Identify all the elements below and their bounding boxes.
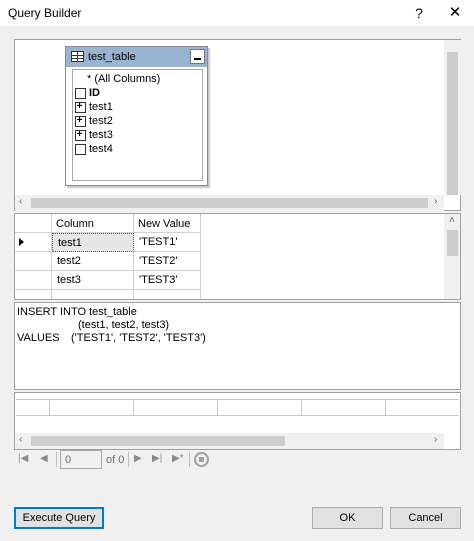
grid-column-cell[interactable]: test3 (52, 271, 134, 290)
diagram-pane[interactable]: test_table * (All Columns) ID + test1 + … (14, 39, 461, 211)
results-cell[interactable] (302, 400, 386, 415)
window-title: Query Builder (8, 6, 82, 20)
column-row-id[interactable]: ID (73, 86, 202, 100)
results-row[interactable] (16, 399, 459, 416)
results-cell[interactable] (16, 400, 50, 415)
first-record-icon[interactable]: |◀ (18, 453, 28, 464)
minimize-table-button[interactable] (190, 49, 205, 64)
scroll-right-icon[interactable]: › (434, 434, 437, 445)
grid-column-cell[interactable]: test1 (52, 233, 134, 252)
previous-record-icon[interactable]: ◀ (40, 453, 48, 464)
results-cell[interactable] (50, 400, 134, 415)
column-header[interactable]: Column (52, 214, 134, 233)
column-label: * (All Columns) (87, 73, 161, 85)
table-name: test_table (88, 51, 136, 63)
column-label: ID (89, 87, 100, 99)
grid-value-cell[interactable]: 'TEST3' (134, 271, 201, 290)
scroll-left-icon[interactable]: ‹ (19, 434, 22, 445)
new-value-header[interactable]: New Value (134, 214, 201, 233)
page-count-label: of 0 (106, 454, 125, 466)
table-icon (71, 51, 84, 62)
plus-icon: + (76, 115, 83, 126)
row-selector[interactable] (15, 290, 52, 299)
scroll-thumb[interactable] (447, 230, 458, 256)
grid-vertical-scrollbar[interactable]: ˄ (444, 214, 460, 299)
grid-row[interactable]: test2 'TEST2' (15, 252, 201, 271)
grid-value-cell[interactable]: 'TEST1' (134, 233, 201, 252)
column-list[interactable]: * (All Columns) ID + test1 + test2 + tes… (72, 69, 203, 181)
nav-divider (56, 452, 57, 467)
diagram-vertical-scrollbar[interactable] (444, 40, 461, 195)
grid-row[interactable]: test1 'TEST1' (15, 233, 201, 252)
sql-line: INSERT INTO test_table (17, 306, 137, 318)
sql-pane[interactable]: INSERT INTO test_table (test1, test2, te… (14, 302, 461, 390)
stop-icon[interactable] (194, 452, 209, 467)
title-bar: Query Builder ? ✕ (0, 0, 474, 26)
next-record-icon[interactable]: ▶ (134, 453, 142, 464)
grid-value-cell[interactable]: 'TEST2' (134, 252, 201, 271)
column-checkbox[interactable] (75, 88, 86, 99)
column-row-test1[interactable]: + test1 (73, 100, 202, 114)
page-number-input[interactable]: 0 (60, 450, 102, 469)
scroll-thumb[interactable] (31, 198, 428, 208)
column-label: test1 (89, 101, 113, 113)
grid-corner-header (15, 214, 52, 233)
current-row-icon (19, 238, 24, 246)
results-cell[interactable] (134, 400, 218, 415)
results-pane[interactable]: ‹ › (14, 392, 461, 450)
column-row-all[interactable]: * (All Columns) (73, 72, 202, 86)
execute-query-button[interactable]: Execute Query (14, 507, 104, 529)
plus-icon: + (76, 101, 83, 112)
column-label: test2 (89, 115, 113, 127)
scroll-thumb[interactable] (31, 436, 285, 446)
ok-button[interactable]: OK (312, 507, 383, 529)
sql-line: (test1, test2, test3) (78, 319, 170, 331)
help-button[interactable]: ? (404, 0, 434, 26)
sql-keyword: VALUES (17, 332, 60, 344)
scroll-thumb[interactable] (447, 52, 458, 195)
grid-value-cell[interactable] (134, 290, 201, 299)
record-navigation-bar: |◀ ◀ 0 of 0 ▶ ▶| ▶* (14, 450, 461, 470)
column-label: test3 (89, 129, 113, 141)
results-cell[interactable] (218, 400, 302, 415)
column-label: test4 (89, 143, 113, 155)
scroll-up-icon[interactable]: ˄ (449, 215, 455, 226)
criteria-grid[interactable]: Column New Value test1 'TEST1' test2 'TE… (14, 213, 461, 300)
nav-divider (189, 452, 190, 467)
plus-icon: + (76, 129, 83, 140)
column-row-test3[interactable]: + test3 (73, 128, 202, 142)
grid-column-cell[interactable]: test2 (52, 252, 134, 271)
table-header[interactable]: test_table (66, 47, 207, 67)
sql-line: ('TEST1', 'TEST2', 'TEST3') (71, 332, 206, 344)
row-selector[interactable] (15, 271, 52, 290)
scroll-right-icon[interactable]: › (434, 196, 437, 207)
nav-divider (128, 452, 129, 467)
last-record-icon[interactable]: ▶| (152, 453, 162, 464)
new-record-icon[interactable]: ▶* (172, 453, 184, 464)
row-selector[interactable] (15, 233, 52, 252)
column-row-test2[interactable]: + test2 (73, 114, 202, 128)
scroll-left-icon[interactable]: ‹ (19, 196, 22, 207)
grid-row[interactable] (15, 290, 201, 299)
grid-row[interactable]: test3 'TEST3' (15, 271, 201, 290)
row-selector[interactable] (15, 252, 52, 271)
cancel-button[interactable]: Cancel (390, 507, 461, 529)
close-button[interactable]: ✕ (436, 0, 474, 26)
column-row-test4[interactable]: test4 (73, 142, 202, 156)
diagram-horizontal-scrollbar[interactable]: ‹ › (15, 195, 444, 211)
table-box[interactable]: test_table * (All Columns) ID + test1 + … (65, 46, 208, 186)
grid-column-cell[interactable] (52, 290, 134, 299)
column-checkbox[interactable] (75, 144, 86, 155)
results-horizontal-scrollbar[interactable]: ‹ › (15, 433, 444, 449)
